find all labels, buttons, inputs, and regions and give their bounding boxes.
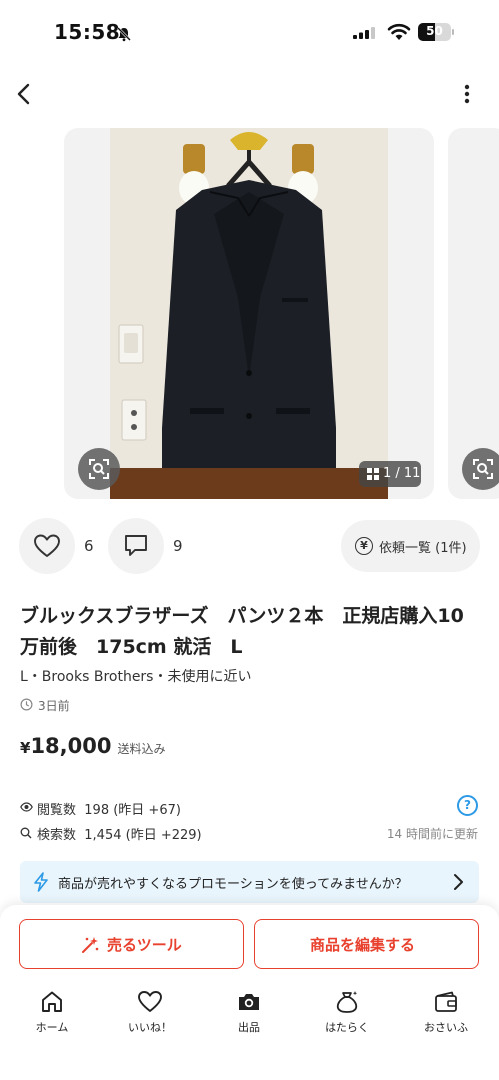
like-count: 6 bbox=[84, 537, 94, 555]
image-counter: 1 / 11 bbox=[359, 461, 421, 487]
promotion-text: 商品が売れやすくなるプロモーションを使ってみませんか？ bbox=[58, 877, 408, 892]
promotion-banner[interactable]: 商品が売れやすくなるプロモーションを使ってみませんか？ bbox=[20, 861, 479, 903]
tab-listing-label: 出品 bbox=[238, 1021, 260, 1034]
sell-tool-label: 売るツール bbox=[107, 936, 182, 954]
carousel-slide-next[interactable] bbox=[448, 128, 499, 499]
tab-bar: ホーム いいね！ 出品 はたらく おさいふ bbox=[0, 985, 499, 1045]
camera-icon bbox=[239, 994, 259, 1010]
battery-indicator: 50 bbox=[418, 23, 454, 41]
price: ¥18,000 送料込み bbox=[20, 734, 166, 762]
lens-search-icon bbox=[89, 459, 109, 479]
image-carousel[interactable]: 1 / 11 bbox=[64, 128, 499, 499]
tab-likes[interactable]: いいね！ bbox=[110, 985, 190, 1045]
image-counter-text: 1 / 11 bbox=[383, 466, 421, 481]
item-attributes: L・Brooks Brothers・未使用に近い bbox=[20, 669, 252, 685]
image-search-button[interactable] bbox=[78, 448, 120, 490]
help-icon[interactable]: ? bbox=[457, 795, 478, 816]
views-value: 198 (昨日 +67) bbox=[84, 803, 181, 818]
more-options-button[interactable] bbox=[456, 82, 478, 106]
item-photo[interactable] bbox=[110, 128, 388, 499]
search-icon bbox=[20, 827, 32, 839]
tab-listing[interactable]: 出品 bbox=[209, 985, 289, 1045]
bottom-action-sheet: 売るツール 商品を編集する ホーム いいね！ 出品 はたらく おさいふ bbox=[0, 905, 499, 1080]
battery-percent: 50 bbox=[426, 24, 443, 38]
posted-time-text: 3日前 bbox=[38, 699, 70, 713]
search-label: 検索数 bbox=[37, 828, 77, 843]
comment-count: 9 bbox=[173, 537, 183, 555]
back-button[interactable] bbox=[12, 80, 38, 108]
tab-work[interactable]: はたらく bbox=[307, 985, 387, 1045]
tab-home[interactable]: ホーム bbox=[12, 985, 92, 1045]
views-label: 閲覧数 bbox=[37, 803, 77, 818]
signal-icon bbox=[353, 27, 375, 39]
shipping-note: 送料込み bbox=[117, 742, 166, 756]
eye-icon bbox=[20, 802, 33, 812]
tab-wallet[interactable]: おさいふ bbox=[406, 985, 486, 1045]
battery-shell: 50 bbox=[418, 23, 451, 41]
chevron-right-icon bbox=[454, 874, 463, 890]
request-list-label: 依頼一覧 (1件) bbox=[379, 541, 467, 556]
lightning-icon bbox=[34, 872, 48, 892]
carousel-slide-main[interactable]: 1 / 11 bbox=[64, 128, 434, 499]
tab-work-label: はたらく bbox=[325, 1021, 369, 1034]
request-list-button[interactable]: ¥ 依頼一覧 (1件) bbox=[341, 520, 480, 572]
status-bar: 15:58 50 bbox=[0, 0, 499, 68]
heart-icon bbox=[138, 991, 162, 1012]
edit-item-label: 商品を編集する bbox=[310, 936, 416, 954]
heart-outline-icon bbox=[34, 534, 60, 557]
yen-circle-icon: ¥ bbox=[355, 537, 373, 555]
comment-icon bbox=[125, 535, 147, 556]
status-time: 15:58 bbox=[54, 20, 121, 44]
edit-item-button[interactable]: 商品を編集する bbox=[254, 919, 479, 969]
tab-wallet-label: おさいふ bbox=[424, 1021, 468, 1034]
wallet-icon bbox=[435, 991, 457, 1012]
bell-muted-icon bbox=[117, 27, 131, 42]
item-title: ブルックスブラザーズ パンツ２本 正規店購入10万前後 175cm 就活 L bbox=[20, 605, 464, 658]
clock-icon bbox=[20, 698, 33, 711]
money-bag-icon bbox=[336, 991, 358, 1013]
home-icon bbox=[42, 991, 62, 1012]
sparkle-wand-icon bbox=[82, 937, 99, 953]
battery-nub bbox=[452, 29, 454, 35]
sell-tool-button[interactable]: 売るツール bbox=[19, 919, 244, 969]
tab-likes-label: いいね！ bbox=[128, 1021, 172, 1034]
grid-icon bbox=[367, 468, 379, 480]
image-search-button-next[interactable] bbox=[462, 448, 499, 490]
comment-button[interactable] bbox=[108, 518, 164, 574]
lens-search-icon bbox=[473, 459, 493, 479]
stats-updated-time: 14 時間前に更新 bbox=[386, 827, 478, 841]
wifi-icon bbox=[387, 23, 411, 40]
tab-home-label: ホーム bbox=[35, 1021, 69, 1034]
price-value: 18,000 bbox=[30, 734, 112, 758]
like-button[interactable] bbox=[19, 518, 75, 574]
price-symbol: ¥ bbox=[20, 739, 31, 757]
search-value: 1,454 (昨日 +229) bbox=[84, 828, 202, 843]
